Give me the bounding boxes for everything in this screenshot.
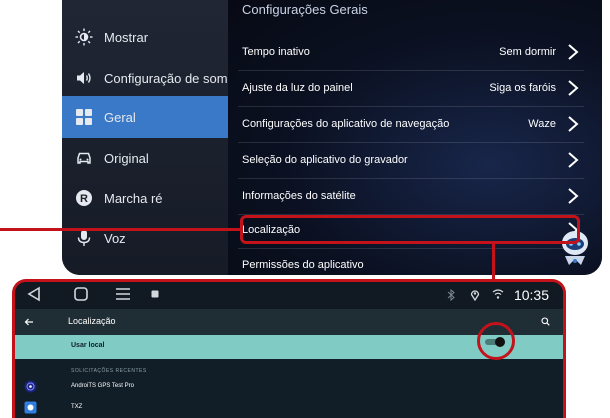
sidebar-item-som[interactable]: Configuração de som (62, 57, 228, 99)
sidebar-item-voz[interactable]: Voz (62, 217, 228, 259)
sidebar-item-label: Geral (104, 109, 136, 125)
list-item[interactable]: TXZ (15, 399, 563, 417)
toggle-highlight (477, 322, 515, 360)
localizacao-highlight (240, 215, 580, 244)
sidebar-item-original[interactable]: Original (62, 137, 228, 179)
back-nav-icon[interactable] (27, 286, 41, 302)
sidebar-item-label: Mostrar (104, 29, 149, 45)
settings-sidebar: Mostrar Configuração de som Geral Origin… (62, 0, 228, 275)
setting-label: Seleção do aplicativo do gravador (242, 154, 408, 166)
location-pin-icon (470, 290, 480, 301)
bluetooth-icon (447, 289, 455, 301)
setting-value: Waze (528, 118, 556, 130)
back-arrow-icon[interactable] (24, 317, 34, 327)
sidebar-item-geral[interactable]: Geral (62, 96, 228, 138)
setting-label: Tempo inativo (242, 46, 310, 58)
chevron-right-icon (568, 116, 579, 132)
setting-label: Permissões do aplicativo (242, 259, 364, 271)
txz-app-icon (24, 401, 37, 414)
car-icon (74, 148, 94, 168)
setting-label: Ajuste da luz do painel (242, 82, 353, 94)
page-title: Localização (68, 316, 116, 326)
gps-app-icon (24, 380, 37, 393)
callout-line (0, 228, 240, 231)
setting-row-navegacao[interactable]: Configurações do aplicativo de navegação… (238, 106, 584, 143)
search-icon[interactable] (541, 317, 550, 326)
setting-row-luz-painel[interactable]: Ajuste da luz do painel Siga os faróis (238, 70, 584, 107)
grid-icon (74, 107, 94, 127)
sidebar-item-mostrar[interactable]: Mostrar (62, 16, 228, 58)
section-header: SOLICITAÇÕES RECENTES (71, 368, 147, 374)
svg-text:R: R (80, 193, 88, 205)
app-name: AndroiTS GPS Test Pro (71, 383, 134, 389)
page-title: Configurações Gerais (242, 2, 368, 17)
chevron-right-icon (568, 188, 579, 204)
sidebar-item-label: Voz (104, 230, 126, 246)
microphone-icon (74, 228, 94, 248)
sidebar-item-marcha-re[interactable]: R Marcha ré (62, 177, 228, 219)
wifi-icon (492, 289, 504, 299)
home-nav-icon[interactable] (73, 286, 89, 302)
setting-row-satelite[interactable]: Informações do satélite (238, 178, 584, 215)
setting-value: Siga os faróis (489, 82, 556, 94)
speaker-icon (74, 68, 94, 88)
status-bar: 10:35 (15, 282, 563, 309)
brightness-icon (74, 27, 94, 47)
setting-label: Informações do satélite (242, 190, 356, 202)
setting-row-permissoes[interactable]: Permissões do aplicativo (238, 247, 584, 275)
sidebar-item-label: Marcha ré (104, 190, 163, 206)
use-location-label: Usar local (71, 342, 105, 349)
status-time: 10:35 (513, 287, 549, 303)
setting-label: Configurações do aplicativo de navegação (242, 118, 450, 130)
sidebar-item-label: Original (104, 150, 149, 166)
setting-row-tempo-inativo[interactable]: Tempo inativo Sem dormir (238, 34, 584, 71)
app-name: TXZ (71, 404, 83, 410)
list-item[interactable]: AndroiTS GPS Test Pro (15, 378, 563, 396)
reverse-icon: R (74, 188, 94, 208)
setting-row-gravador[interactable]: Seleção do aplicativo do gravador (238, 142, 584, 179)
sidebar-item-label: Configuração de som (104, 70, 228, 86)
chevron-right-icon (568, 80, 579, 96)
chevron-right-icon (568, 152, 579, 168)
chevron-right-icon (568, 44, 579, 60)
setting-value: Sem dormir (499, 46, 556, 58)
menu-nav-icon[interactable] (115, 286, 131, 302)
notification-icon (151, 290, 159, 298)
